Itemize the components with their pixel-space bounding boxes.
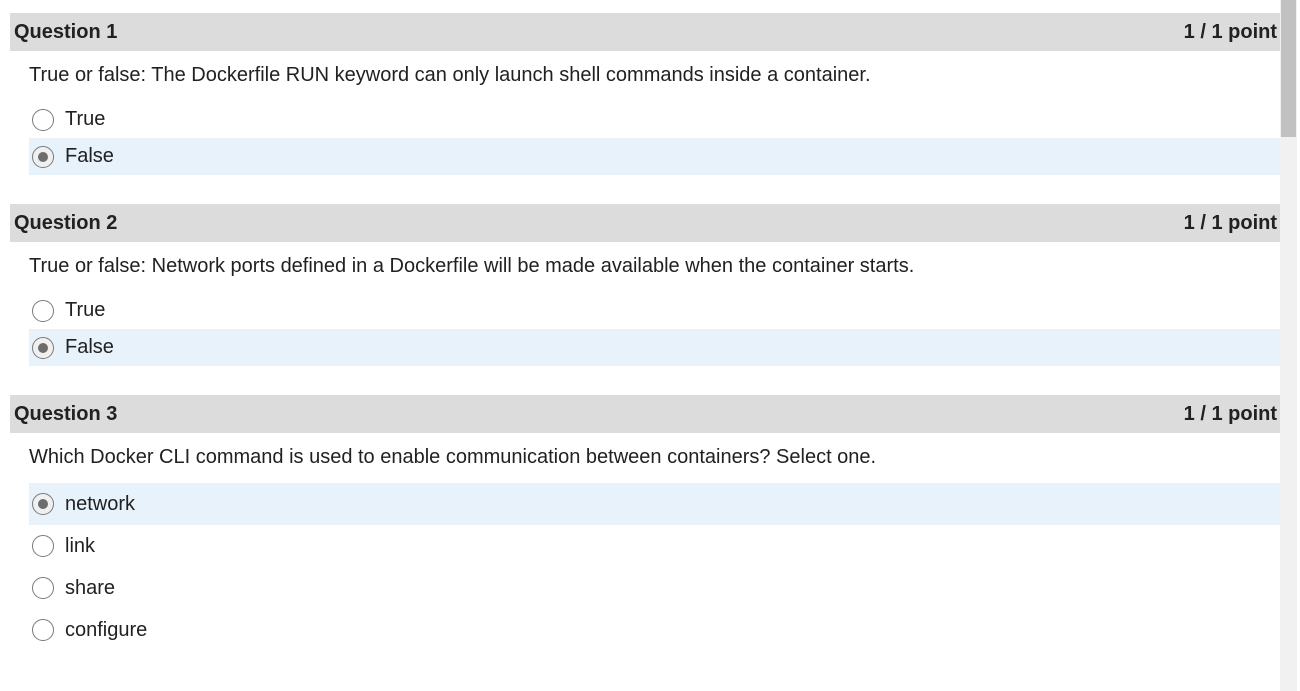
option-false[interactable]: False [29,138,1280,175]
scrollbar-thumb[interactable] [1281,0,1296,137]
answer-options: network link share configure [29,483,1280,651]
answer-options: True False [29,292,1280,366]
option-label: True [65,299,106,321]
question-points: 1 / 1 point [1183,211,1277,234]
radio-unchecked-icon[interactable] [32,299,54,322]
question-prompt: Which Docker CLI command is used to enab… [29,446,877,468]
answer-options: True False [29,101,1280,175]
option-true[interactable]: True [29,292,1280,329]
question-list: Question 1 1 / 1 point True or false: Th… [10,13,1280,680]
option-configure[interactable]: configure [29,609,1280,651]
option-label: True [65,108,106,130]
question-header: Question 1 1 / 1 point [10,13,1280,51]
option-label: network [65,492,136,515]
quiz-results-page: Question 1 1 / 1 point True or false: Th… [0,0,1300,691]
option-false[interactable]: False [29,329,1280,366]
question-prompt: True or false: Network ports defined in … [29,255,915,277]
option-label: configure [65,618,148,641]
vertical-scrollbar[interactable] [1280,0,1297,691]
radio-unchecked-icon[interactable] [32,535,54,557]
question-3: Question 3 1 / 1 point Which Docker CLI … [10,395,1280,651]
option-label: False [65,145,114,167]
question-header: Question 3 1 / 1 point [10,395,1280,433]
radio-checked-icon[interactable] [32,145,54,168]
radio-unchecked-icon[interactable] [32,619,54,641]
question-points: 1 / 1 point [1183,20,1277,43]
radio-checked-icon[interactable] [32,493,54,515]
question-points: 1 / 1 point [1183,402,1277,425]
radio-unchecked-icon[interactable] [32,577,54,599]
radio-unchecked-icon[interactable] [32,108,54,131]
question-header: Question 2 1 / 1 point [10,204,1280,242]
question-1: Question 1 1 / 1 point True or false: Th… [10,13,1280,175]
question-prompt: True or false: The Dockerfile RUN keywor… [29,64,871,86]
option-label: share [65,576,116,599]
question-title: Question 1 [14,20,118,43]
question-title: Question 3 [14,402,118,425]
radio-checked-icon[interactable] [32,336,54,359]
question-title: Question 2 [14,211,118,234]
question-2: Question 2 1 / 1 point True or false: Ne… [10,204,1280,366]
option-true[interactable]: True [29,101,1280,138]
option-network[interactable]: network [29,483,1280,525]
option-link[interactable]: link [29,525,1280,567]
option-share[interactable]: share [29,567,1280,609]
option-label: False [65,336,114,358]
option-label: link [65,534,96,557]
